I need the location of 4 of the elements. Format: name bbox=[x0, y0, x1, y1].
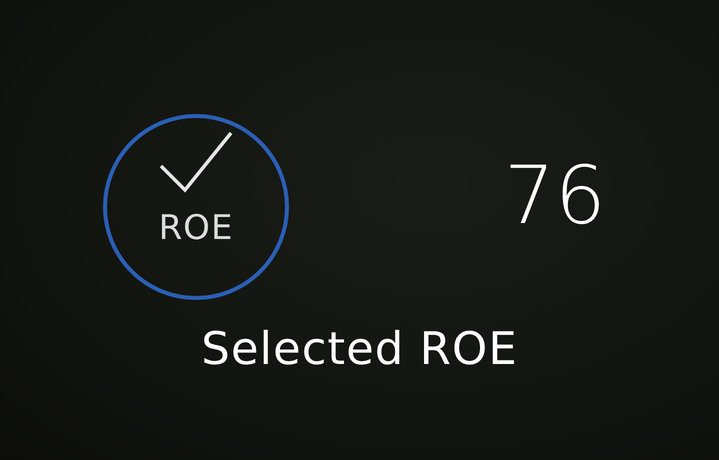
checkmark-icon bbox=[158, 130, 234, 194]
value-number: 76 bbox=[504, 148, 606, 242]
caption-text: Selected ROE bbox=[201, 322, 518, 375]
badge-label: ROE bbox=[158, 208, 234, 248]
